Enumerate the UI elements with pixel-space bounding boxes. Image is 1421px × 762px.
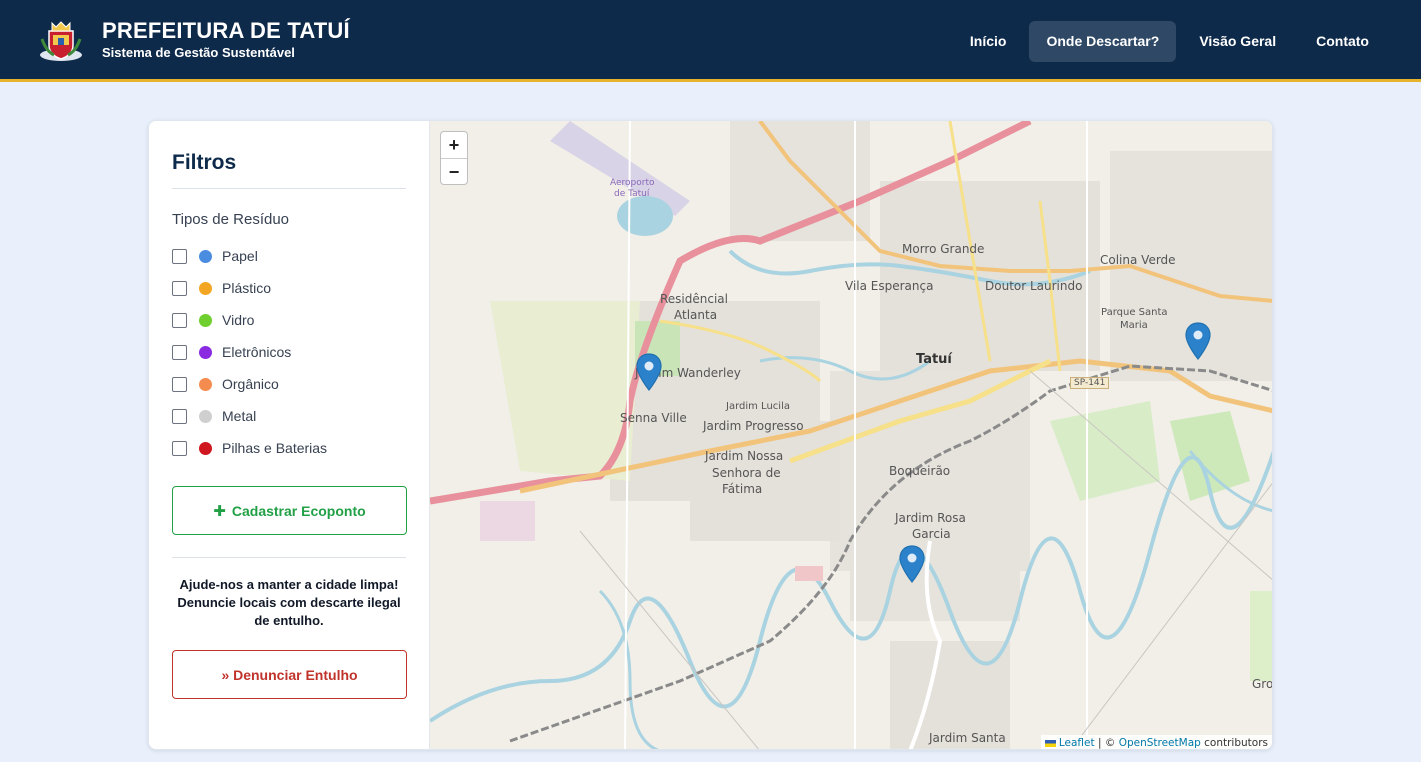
color-dot	[199, 281, 212, 295]
app-title: PREFEITURA DE TATUÍ	[102, 17, 350, 43]
filter-label: Papel	[222, 248, 258, 264]
filter-label: Vidro	[222, 312, 255, 328]
filter-checkbox[interactable]	[172, 248, 187, 264]
map-label-de-tatui: de Tatuí	[614, 189, 650, 199]
filter-eletronicos[interactable]: Eletrônicos	[172, 336, 406, 368]
nav-contato[interactable]: Contato	[1299, 21, 1386, 62]
map-label-vila-esperanca: Vila Esperança	[845, 279, 934, 293]
report-debris-button[interactable]: » Denunciar Entulho	[172, 650, 407, 699]
filter-plastico[interactable]: Plástico	[172, 272, 406, 304]
filter-metal[interactable]: Metal	[172, 400, 406, 432]
map-label-nossa-1: Jardim Nossa	[705, 449, 784, 463]
map-view[interactable]: + − Tatuí Morro Grande Colina Verde Vila…	[430, 121, 1273, 750]
map-label-senna-ville: Senna Ville	[620, 411, 687, 425]
color-dot	[199, 249, 212, 263]
nav-visao-geral[interactable]: Visão Geral	[1182, 21, 1293, 62]
ukraine-flag-icon	[1044, 739, 1056, 747]
waste-types-label: Tipos de Resíduo	[172, 211, 290, 228]
plus-icon: ✚	[213, 502, 226, 520]
attribution-tail: contributors	[1200, 737, 1268, 749]
filter-list: Papel Plástico Vidro Eletrônicos Orgânic	[172, 240, 406, 464]
map-label-maria: Maria	[1120, 320, 1148, 331]
map-label-colina-verde: Colina Verde	[1100, 253, 1176, 267]
color-dot	[199, 377, 212, 391]
filters-title: Filtros	[172, 151, 406, 189]
sidebar-divider	[172, 557, 406, 558]
map-label-doutor-laurindo: Doutor Laurindo	[985, 279, 1083, 293]
zoom-in-button[interactable]: +	[441, 132, 467, 158]
map-label-gro: Gro	[1252, 677, 1273, 691]
city-coat-of-arms-icon	[40, 20, 82, 61]
color-dot	[199, 441, 212, 455]
zoom-control: + −	[440, 131, 468, 185]
filter-label: Eletrônicos	[222, 344, 292, 360]
filter-label: Metal	[222, 408, 257, 424]
map-tiles[interactable]	[430, 121, 1273, 750]
map-label-nossa-2: Senhora de	[712, 466, 781, 480]
filter-checkbox[interactable]	[172, 376, 187, 392]
map-label-residencial: Residêncial	[660, 292, 728, 306]
ecopoint-marker[interactable]	[636, 353, 662, 391]
filter-papel[interactable]: Papel	[172, 240, 406, 272]
color-dot	[199, 409, 212, 423]
main-card: Filtros Tipos de Resíduo Papel Plástico …	[148, 120, 1273, 750]
leaflet-link[interactable]: Leaflet	[1059, 737, 1095, 749]
map-label-jardim-lucila: Jardim Lucila	[726, 401, 790, 412]
color-dot	[199, 345, 212, 359]
brand[interactable]: PREFEITURA DE TATUÍ Sistema de Gestão Su…	[38, 17, 350, 63]
ecopoint-marker[interactable]	[899, 545, 925, 583]
filter-checkbox[interactable]	[172, 280, 187, 296]
filter-label: Pilhas e Baterias	[222, 440, 328, 456]
color-dot	[199, 313, 212, 327]
map-label-nossa-3: Fátima	[722, 482, 763, 496]
filter-label: Orgânico	[222, 376, 279, 392]
map-label-boqueirao: Boqueirão	[889, 464, 951, 478]
filter-organico[interactable]: Orgânico	[172, 368, 406, 400]
filter-pilhas-baterias[interactable]: Pilhas e Baterias	[172, 432, 406, 464]
register-ecopoint-button[interactable]: ✚ Cadastrar Ecoponto	[172, 486, 407, 535]
top-header: PREFEITURA DE TATUÍ Sistema de Gestão Su…	[0, 0, 1421, 82]
zoom-out-button[interactable]: −	[441, 158, 467, 184]
report-debris-label: » Denunciar Entulho	[221, 666, 358, 683]
filter-checkbox[interactable]	[172, 344, 187, 360]
report-help-text: Ajude-nos a manter a cidade limpa! Denun…	[177, 577, 401, 628]
map-attribution: Leaflet | © OpenStreetMap contributors	[1040, 735, 1272, 749]
map-label-jardim-progresso: Jardim Progresso	[703, 419, 804, 433]
map-label-garcia: Garcia	[912, 527, 951, 541]
nav-onde-descartar[interactable]: Onde Descartar?	[1029, 21, 1177, 62]
app-subtitle: Sistema de Gestão Sustentável	[102, 44, 295, 60]
filter-checkbox[interactable]	[172, 408, 187, 424]
map-label-aeroporto: Aeroporto	[610, 178, 655, 188]
nav-inicio[interactable]: Início	[953, 21, 1024, 62]
register-ecopoint-label: Cadastrar Ecoponto	[231, 502, 366, 519]
attribution-separator: | ©	[1094, 737, 1119, 749]
map-label-tatui: Tatuí	[916, 352, 952, 367]
filter-label: Plástico	[222, 280, 272, 296]
main-nav: Início Onde Descartar? Visão Geral Conta…	[953, 21, 1386, 62]
filter-checkbox[interactable]	[172, 440, 187, 456]
ecopoint-marker[interactable]	[1185, 322, 1211, 360]
osm-link[interactable]: OpenStreetMap	[1119, 737, 1201, 749]
map-label-parque-santa: Parque Santa	[1101, 307, 1168, 318]
filters-sidebar: Filtros Tipos de Resíduo Papel Plástico …	[149, 121, 430, 749]
map-label-atlanta: Atlanta	[674, 308, 718, 322]
filter-vidro[interactable]: Vidro	[172, 304, 406, 336]
filter-checkbox[interactable]	[172, 312, 187, 328]
map-label-jardim-santa: Jardim Santa	[929, 731, 1006, 745]
map-label-jardim-rosa: Jardim Rosa	[895, 511, 966, 525]
map-label-sp141: SP-141	[1070, 377, 1110, 389]
map-label-morro-grande: Morro Grande	[902, 242, 985, 256]
